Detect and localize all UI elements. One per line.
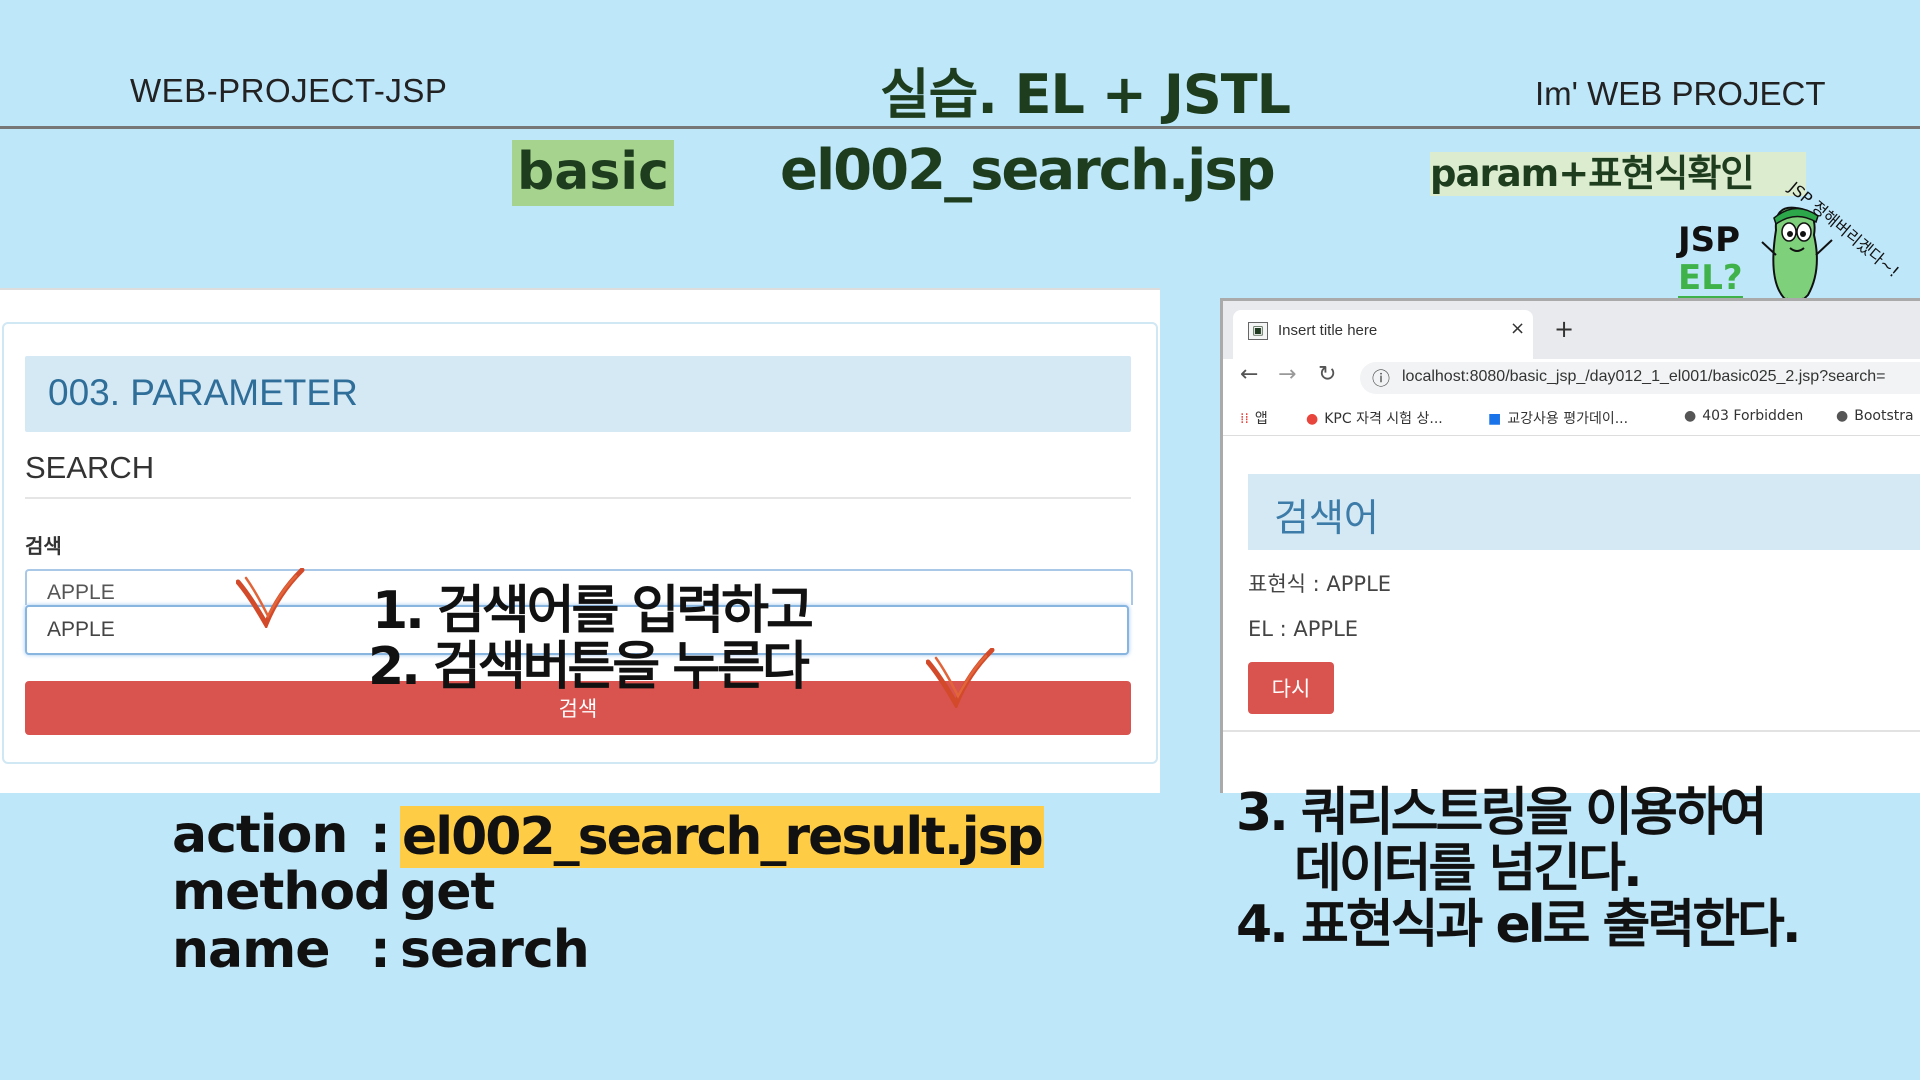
back-arrow-icon[interactable]: ← [1240,362,1258,387]
search-field-label: 검색 [25,534,62,558]
checkmark-icon [236,568,305,628]
tab-title: Insert title here [1278,322,1378,339]
method-label: method [172,862,391,922]
globe-icon: ● [1836,408,1849,424]
globe-icon: ● [1684,408,1697,424]
apps-grid-icon: ⁞⁞ [1240,411,1249,427]
checkmark-icon [926,648,995,708]
bookmark-apps[interactable]: ⁞⁞ 앱 [1240,408,1268,428]
info-icon[interactable]: ⓘ [1372,365,1390,391]
bookmark-bootstrap[interactable]: ● Bootstra [1836,408,1914,424]
new-tab-icon[interactable]: + [1554,315,1574,343]
name-label: name [172,920,331,980]
autocomplete-suggestion-text: APPLE [47,581,115,604]
basic-tag: basic [512,140,674,206]
header-left-label: WEB-PROJECT-JSP [130,72,448,109]
method-value: get [400,862,495,922]
slide-title: 실습. EL + JSTL [880,63,1291,126]
name-value: search [400,920,590,980]
name-colon: : [370,920,391,980]
forward-arrow-icon[interactable]: → [1278,362,1296,387]
header-divider [0,126,1920,129]
jsm-logo-icon: ■ [1488,411,1502,427]
address-bar-url: localhost:8080/basic_jsp_/day012_1_el001… [1402,368,1886,385]
action-label: action [172,805,348,865]
panel-divider [0,288,1160,290]
retry-button[interactable]: 다시 [1248,662,1334,714]
result-heading: 검색어 [1274,496,1379,540]
reload-icon[interactable]: ↻ [1318,362,1336,387]
kpc-logo-icon: ● [1306,411,1319,427]
bookmark-403[interactable]: ● 403 Forbidden [1684,408,1803,424]
method-colon: : [370,862,391,922]
header-right-label: Im' WEB PROJECT [1535,75,1826,112]
bookmark-kpc[interactable]: ● KPC 자격 시험 상... [1306,408,1443,428]
page-favicon-icon: ▣ [1248,322,1268,340]
mascot-el-label: EL? [1678,258,1743,299]
el-output: EL : APPLE [1248,617,1359,641]
step-4-text: 4. 표현식과 el로 출력한다. [1236,895,1802,955]
search-subtitle: SEARCH [25,450,155,485]
param-note-tag: param+표현식확인 [1430,152,1806,196]
tab-close-icon[interactable]: × [1510,318,1525,339]
subtitle-divider [25,497,1131,499]
file-title: el002_search.jsp [780,138,1276,203]
step-2-text: 2. 검색버튼을 누른다 [368,637,810,697]
action-value: el002_search_result.jsp [400,806,1044,868]
mascot-jsp-label: JSP [1678,220,1741,260]
expression-output: 표현식 : APPLE [1248,572,1392,596]
action-colon: : [370,805,391,865]
parameter-card-title: 003. PARAMETER [48,372,358,413]
result-divider [1223,730,1920,732]
bookmark-evaluation[interactable]: ■ 교강사용 평가데이... [1488,408,1628,428]
